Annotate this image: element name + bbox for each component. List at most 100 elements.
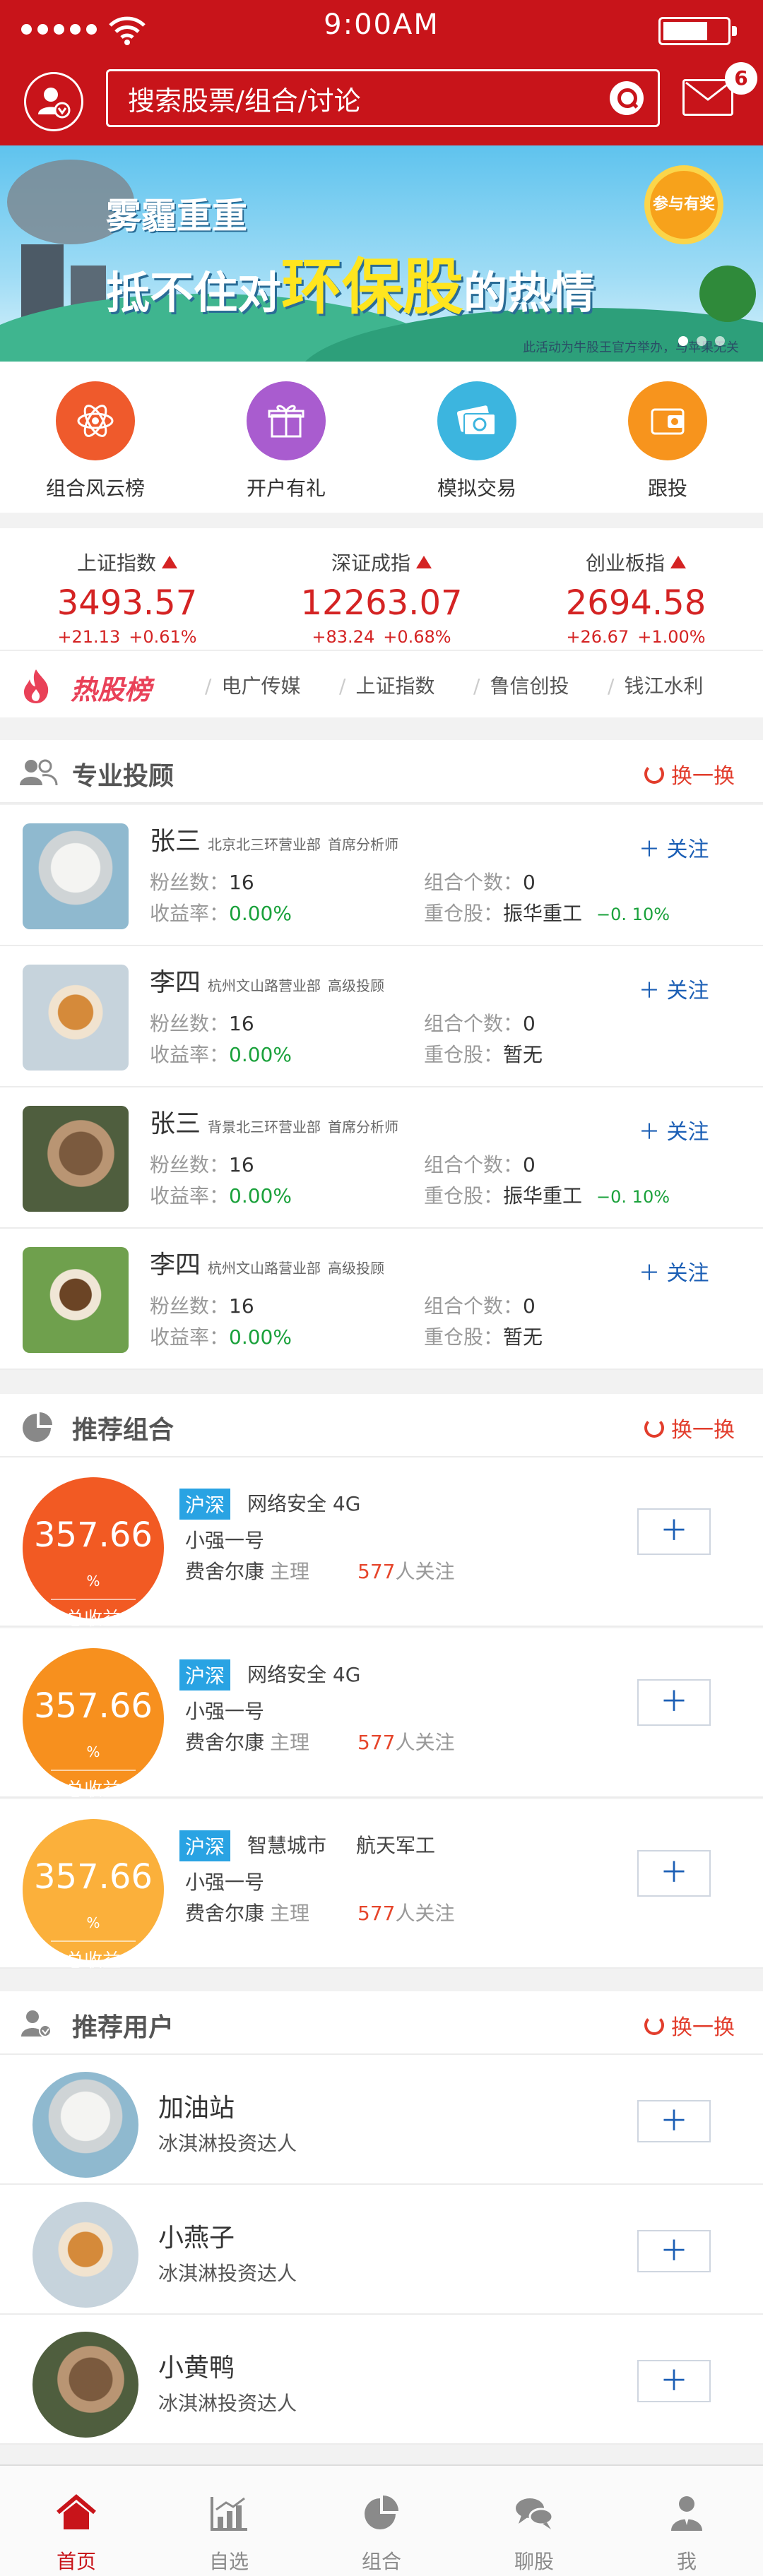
index-value: 3493.57 bbox=[57, 583, 198, 623]
promo-banner[interactable]: 雾霾重重 抵不住对环保股的热情 参与有奖 此活动为牛股王官方举办，与苹果无关 bbox=[0, 145, 763, 362]
follow-button[interactable]: ＋ 关注 bbox=[639, 1114, 709, 1145]
follow-label: 关注 bbox=[666, 837, 709, 862]
portfolio-card[interactable]: 357.66 % 总收益 沪深 网络安全 4G 小强一号 费舍尔康 主理 577人关注 ＋ bbox=[0, 1457, 763, 1630]
user-card[interactable]: 小燕子 冰淇淋投资达人 ＋ bbox=[0, 2185, 763, 2315]
index-change-pct: +1.00% bbox=[637, 627, 706, 647]
portfolio-card[interactable]: 357.66 % 总收益 沪深 智慧城市 航天军工 小强一号 费舍尔康 主理 577人关注 ＋ bbox=[0, 1799, 763, 1972]
manager-name: 费舍尔康 bbox=[185, 1731, 265, 1754]
advisor-fans: 粉丝数：16 bbox=[150, 1150, 254, 1178]
return-unit: % bbox=[86, 1743, 100, 1760]
users-title: 推荐用户 bbox=[72, 2013, 175, 2042]
count-label: 组合个数： bbox=[424, 871, 524, 894]
advisor-fans: 粉丝数：16 bbox=[150, 867, 254, 895]
advisor-card[interactable]: 李四 杭州文山路营业部 高级投顾 粉丝数：16 收益率：0.00% 组合个数：0 重仓股：暂… bbox=[0, 946, 763, 1087]
add-portfolio-button[interactable]: ＋ bbox=[637, 1850, 711, 1897]
hot-tag[interactable]: 电广传媒 bbox=[205, 671, 339, 699]
refresh-icon bbox=[644, 764, 664, 784]
hot-stocks-bar: 热股榜 电广传媒 上证指数 鲁信创投 钱江水利 bbox=[0, 650, 763, 717]
portfolios-title: 推荐组合 bbox=[72, 1416, 175, 1445]
user-avatar bbox=[32, 2202, 138, 2308]
add-portfolio-button[interactable]: ＋ bbox=[637, 1679, 711, 1726]
return-number: 357.66 bbox=[34, 1686, 153, 1726]
pie-icon bbox=[365, 2496, 398, 2529]
portfolio-card[interactable]: 357.66 % 总收益 沪深 网络安全 4G 小强一号 费舍尔康 主理 577人关注 ＋ bbox=[0, 1628, 763, 1801]
home-icon bbox=[57, 2494, 96, 2529]
market-indices: 上证指数 3493.57 +21.13 +0.61% 深证成指 12263.07 … bbox=[0, 528, 763, 650]
banner-pager[interactable] bbox=[678, 336, 725, 346]
tab-me[interactable]: 我 bbox=[610, 2466, 763, 2576]
user-avatar bbox=[32, 2072, 138, 2178]
up-arrow-icon bbox=[162, 556, 177, 568]
advisor-yield: 收益率：0.00% bbox=[150, 1039, 292, 1068]
fans-label: 粉丝数： bbox=[150, 1153, 230, 1176]
quick-item-simulate[interactable]: 模拟交易 bbox=[382, 362, 572, 513]
banner-line2-pre: 抵不住对 bbox=[106, 267, 282, 318]
count-value: 0 bbox=[523, 871, 536, 894]
follow-button[interactable]: ＋ 关注 bbox=[639, 973, 709, 1004]
manager-role: 主理 bbox=[270, 1731, 310, 1754]
banner-line2-post: 的热情 bbox=[463, 267, 596, 318]
advisors-refresh-button[interactable]: 换一换 bbox=[644, 758, 735, 789]
yield-value: 0.00% bbox=[229, 1184, 292, 1208]
advisors-icon bbox=[20, 759, 58, 786]
tab-portfolio[interactable]: 组合 bbox=[305, 2466, 458, 2576]
followers-count: 577 bbox=[357, 1731, 396, 1754]
market-badge: 沪深 bbox=[179, 1659, 231, 1690]
portfolio-theme-2: 航天军工 bbox=[356, 1834, 436, 1857]
quick-item-gift[interactable]: 开户有礼 bbox=[191, 362, 382, 513]
index-item[interactable]: 深证成指 12263.07 +83.24 +0.68% bbox=[254, 528, 509, 650]
refresh-icon bbox=[644, 2015, 664, 2035]
fans-label: 粉丝数： bbox=[150, 1294, 230, 1318]
follow-button[interactable]: ＋ 关注 bbox=[639, 832, 709, 863]
user-card[interactable]: 加油站 冰淇淋投资达人 ＋ bbox=[0, 2055, 763, 2185]
advisor-card[interactable]: 张三 背景北三环营业部 首席分析师 粉丝数：16 收益率：0.00% 组合个数：0 重仓股：… bbox=[0, 1087, 763, 1229]
portfolio-manager: 费舍尔康 主理 bbox=[185, 1556, 309, 1585]
advisor-yield: 收益率：0.00% bbox=[150, 1322, 292, 1350]
holding-value: 暂无 bbox=[503, 1325, 543, 1349]
advisor-role: 首席分析师 bbox=[328, 1119, 399, 1135]
fire-icon bbox=[24, 669, 49, 703]
tab-home[interactable]: 首页 bbox=[0, 2466, 153, 2576]
return-unit: % bbox=[86, 1573, 100, 1590]
follow-button[interactable]: ＋ 关注 bbox=[639, 1256, 709, 1287]
advisor-card[interactable]: 李四 杭州文山路营业部 高级投顾 粉丝数：16 收益率：0.00% 组合个数：0 重仓股：暂… bbox=[0, 1229, 763, 1370]
tab-label: 首页 bbox=[56, 2550, 96, 2573]
quick-item-ranking[interactable]: 组合风云榜 bbox=[0, 362, 191, 513]
divider bbox=[51, 1940, 136, 1942]
search-icon[interactable] bbox=[610, 81, 644, 115]
tab-chat[interactable]: 聊股 bbox=[458, 2466, 610, 2576]
user-card[interactable]: 小黄鸭 冰淇淋投资达人 ＋ bbox=[0, 2315, 763, 2445]
index-item[interactable]: 上证指数 3493.57 +21.13 +0.61% bbox=[0, 528, 254, 650]
follow-label: 关注 bbox=[666, 1120, 709, 1145]
portfolios-refresh-button[interactable]: 换一换 bbox=[644, 1412, 735, 1443]
person-icon bbox=[671, 2496, 702, 2531]
refresh-label: 换一换 bbox=[671, 1418, 735, 1443]
advisor-card[interactable]: 张三 北京北三环营业部 首席分析师 粉丝数：16 收益率：0.00% 组合个数：0 重仓股：… bbox=[0, 805, 763, 946]
hot-tag[interactable]: 上证指数 bbox=[339, 671, 473, 699]
portfolio-theme: 网络安全 4G bbox=[247, 1492, 361, 1515]
add-user-button[interactable]: ＋ bbox=[637, 2230, 711, 2272]
count-label: 组合个数： bbox=[424, 1153, 524, 1176]
portfolios-header: 推荐组合 换一换 bbox=[0, 1394, 763, 1457]
hot-tag[interactable]: 钱江水利 bbox=[608, 671, 742, 699]
hot-tag[interactable]: 鲁信创投 bbox=[473, 671, 608, 699]
advisor-holding: 重仓股：暂无 bbox=[424, 1322, 557, 1350]
tab-watchlist[interactable]: 自选 bbox=[153, 2466, 305, 2576]
holding-change: −0. 10% bbox=[596, 905, 670, 924]
index-item[interactable]: 创业板指 2694.58 +26.67 +1.00% bbox=[509, 528, 763, 650]
atom-icon bbox=[56, 381, 135, 460]
advisor-role: 首席分析师 bbox=[328, 836, 399, 853]
user-description: 冰淇淋投资达人 bbox=[158, 2132, 297, 2155]
search-input[interactable]: 搜索股票/组合/讨论 bbox=[106, 69, 660, 127]
up-arrow-icon bbox=[416, 556, 432, 568]
user-avatar-button[interactable] bbox=[24, 72, 83, 131]
add-user-button[interactable]: ＋ bbox=[637, 2360, 711, 2402]
advisor-photo bbox=[23, 823, 129, 929]
add-portfolio-button[interactable]: ＋ bbox=[637, 1508, 711, 1555]
index-name-text: 上证指数 bbox=[76, 551, 156, 575]
quick-item-follow-invest[interactable]: 跟投 bbox=[572, 362, 763, 513]
manager-name: 费舍尔康 bbox=[185, 1560, 265, 1583]
count-value: 0 bbox=[523, 1153, 536, 1176]
add-user-button[interactable]: ＋ bbox=[637, 2100, 711, 2142]
users-refresh-button[interactable]: 换一换 bbox=[644, 2010, 735, 2041]
